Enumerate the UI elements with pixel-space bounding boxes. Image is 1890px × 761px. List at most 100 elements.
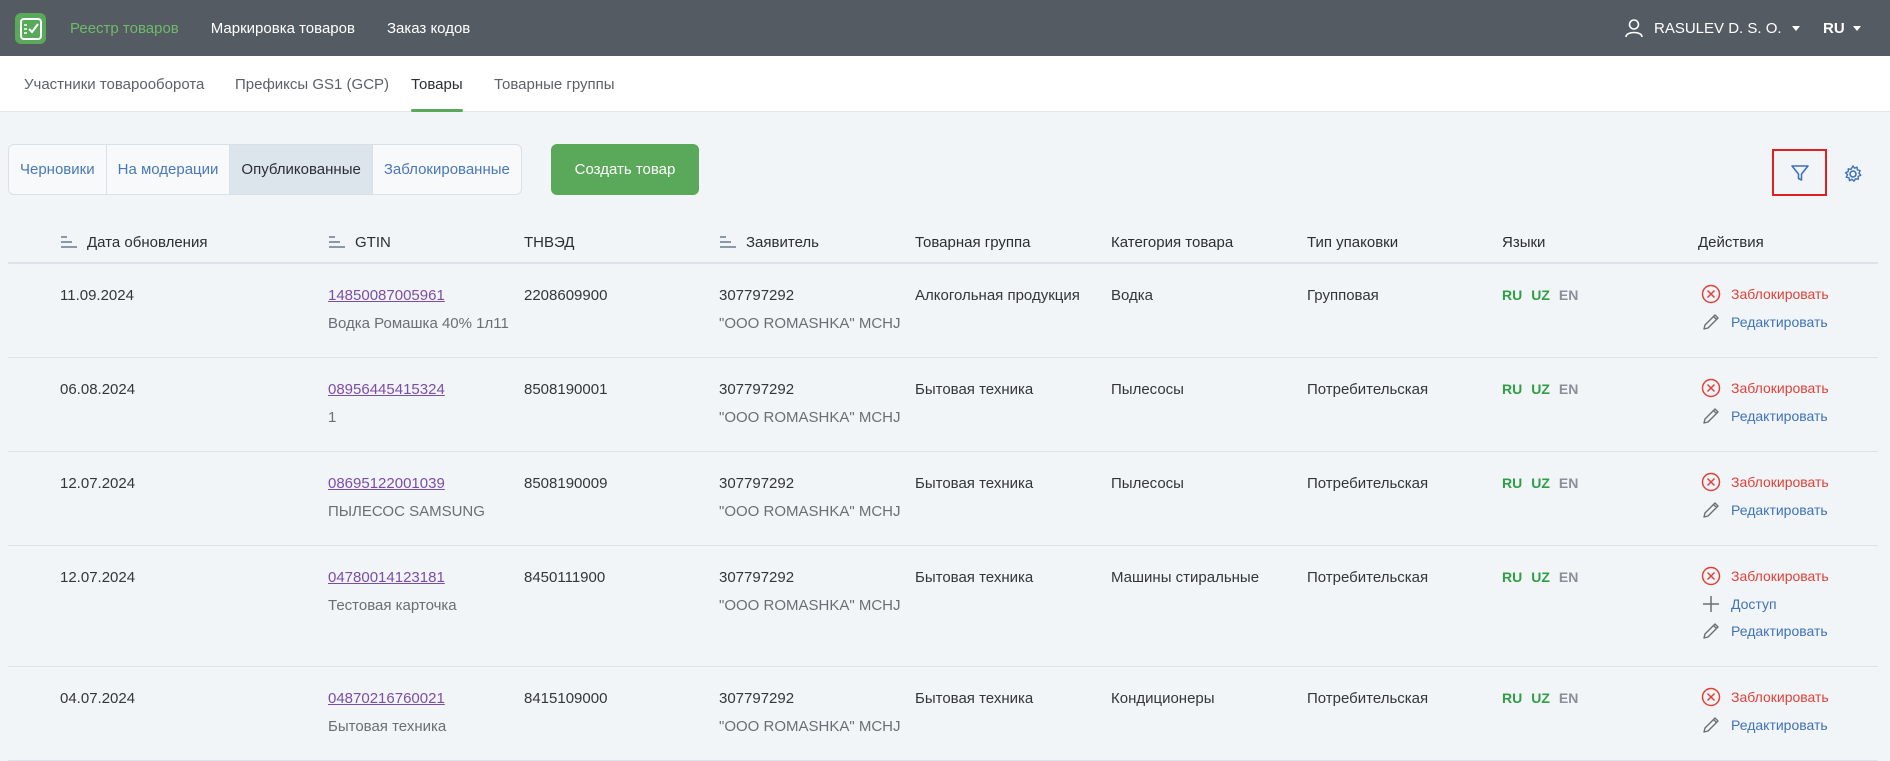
- block-button[interactable]: Заблокировать: [1701, 566, 1829, 586]
- block-label: Заблокировать: [1731, 568, 1829, 584]
- column-label: Действия: [1698, 233, 1764, 251]
- lang-en-badge: EN: [1558, 690, 1579, 706]
- table-row: 04.07.2024 04870216760021 Бытовая техника 8…: [8, 667, 1878, 761]
- gtin-link[interactable]: 14850087005961: [328, 287, 445, 304]
- lang-en-badge: EN: [1558, 381, 1579, 397]
- app-logo-icon[interactable]: [15, 13, 46, 44]
- column-label: Категория товара: [1111, 233, 1234, 251]
- column-label: Языки: [1502, 233, 1546, 251]
- lang-uz-badge: UZ: [1531, 287, 1550, 303]
- edit-button[interactable]: Редактировать: [1701, 406, 1828, 426]
- product-category: Водка: [1111, 287, 1154, 304]
- gtin-link[interactable]: 08695122001039: [328, 475, 445, 492]
- block-button[interactable]: Заблокировать: [1701, 687, 1829, 707]
- pencil-icon: [1703, 717, 1719, 733]
- top-nav: Реестр товаров Маркировка товаров Заказ …: [70, 0, 470, 56]
- block-button[interactable]: Заблокировать: [1701, 378, 1829, 398]
- block-icon: [1701, 687, 1721, 707]
- gtin-link[interactable]: 04870216760021: [328, 690, 445, 707]
- product-category: Кондиционеры: [1111, 690, 1215, 707]
- column-header-languages: Языки: [1502, 222, 1545, 262]
- column-header-gtin[interactable]: GTIN: [328, 222, 391, 262]
- gtin-link[interactable]: 08956445415324: [328, 381, 445, 398]
- tab-product-groups[interactable]: Товарные группы: [494, 56, 615, 112]
- product-category: Машины стиральные: [1111, 569, 1260, 586]
- block-button[interactable]: Заблокировать: [1701, 284, 1829, 304]
- language-selector[interactable]: RU: [1823, 0, 1861, 56]
- product-group: Бытовая техника: [915, 381, 1034, 398]
- topnav-product-registry[interactable]: Реестр товаров: [70, 20, 179, 37]
- edit-button[interactable]: Редактировать: [1701, 500, 1828, 520]
- status-tab-drafts[interactable]: Черновики: [9, 145, 107, 194]
- product-name: Бытовая техника: [328, 718, 447, 735]
- tnved-code: 8508190001: [524, 381, 608, 398]
- pencil-icon: [1703, 408, 1719, 424]
- product-group: Бытовая техника: [915, 690, 1034, 707]
- block-label: Заблокировать: [1731, 689, 1829, 705]
- table-row: 11.09.2024 14850087005961 Водка Ромашка 40…: [8, 264, 1878, 358]
- tab-participants[interactable]: Участники товарооборота: [24, 56, 204, 112]
- plus-icon: [1703, 596, 1719, 612]
- settings-button[interactable]: [1840, 161, 1866, 187]
- block-button[interactable]: Заблокировать: [1701, 472, 1829, 492]
- column-label: Тип упаковки: [1307, 233, 1399, 251]
- filter-button[interactable]: [1772, 149, 1827, 196]
- column-header-applicant[interactable]: Заявитель: [719, 222, 819, 262]
- user-name: RASULEV D. S. O.: [1654, 19, 1782, 37]
- edit-label: Редактировать: [1731, 314, 1828, 330]
- product-name: Тестовая карточка: [328, 597, 457, 614]
- status-tab-blocked[interactable]: Заблокированные: [373, 145, 521, 194]
- column-header-date[interactable]: Дата обновления: [60, 222, 207, 262]
- edit-button[interactable]: Редактировать: [1701, 621, 1828, 641]
- lang-uz-badge: UZ: [1531, 475, 1550, 491]
- status-filter: Черновики На модерации Опубликованные За…: [8, 144, 522, 195]
- lang-en-badge: EN: [1558, 569, 1579, 585]
- edit-label: Редактировать: [1731, 502, 1828, 518]
- topnav-product-marking[interactable]: Маркировка товаров: [211, 20, 355, 37]
- table-row: 06.08.2024 08956445415324 1 8508190001 30779…: [8, 358, 1878, 452]
- edit-button[interactable]: Редактировать: [1701, 715, 1828, 735]
- column-header-category: Категория товара: [1111, 222, 1233, 262]
- column-label: ТНВЭД: [524, 233, 575, 251]
- edit-button[interactable]: Редактировать: [1701, 312, 1828, 332]
- applicant-id: 307797292: [719, 287, 795, 304]
- product-name: Водка Ромашка 40% 1л11: [328, 315, 509, 332]
- access-label: Доступ: [1731, 596, 1777, 612]
- status-tab-published[interactable]: Опубликованные: [230, 145, 373, 194]
- product-name: ПЫЛЕСОС SAMSUNG: [328, 503, 485, 520]
- column-label: Заявитель: [746, 233, 819, 251]
- block-icon: [1701, 284, 1721, 304]
- edit-label: Редактировать: [1731, 408, 1828, 424]
- block-icon: [1701, 472, 1721, 492]
- applicant-name: "OOO ROMASHKA" MCHJ: [719, 597, 901, 614]
- package-type: Потребительская: [1307, 569, 1429, 586]
- sub-nav: Участники товарооборота Префиксы GS1 (GC…: [0, 56, 1890, 112]
- applicant-name: "OOO ROMASHKA" MCHJ: [719, 718, 901, 735]
- table-row: 12.07.2024 04780014123181 Тестовая карточк…: [8, 546, 1878, 667]
- gear-icon: [1844, 165, 1862, 182]
- gtin-link[interactable]: 04780014123181: [328, 569, 445, 586]
- package-type: Потребительская: [1307, 381, 1429, 398]
- package-type: Потребительская: [1307, 475, 1429, 492]
- tnved-code: 2208609900: [524, 287, 608, 304]
- languages: RU UZ EN: [1502, 475, 1578, 491]
- applicant-name: "OOO ROMASHKA" MCHJ: [719, 409, 901, 426]
- updated-date: 11.09.2024: [60, 287, 134, 304]
- package-type: Групповая: [1307, 287, 1379, 304]
- status-tab-moderation[interactable]: На модерации: [107, 145, 231, 194]
- chevron-down-icon: [1852, 25, 1861, 31]
- pencil-icon: [1703, 314, 1719, 330]
- lang-ru-badge: RU: [1502, 690, 1523, 706]
- language-label: RU: [1823, 19, 1845, 37]
- lang-uz-badge: UZ: [1531, 381, 1550, 397]
- column-header-actions: Действия: [1698, 222, 1764, 262]
- create-product-button[interactable]: Создать товар: [551, 144, 699, 195]
- lang-ru-badge: RU: [1502, 569, 1523, 585]
- tab-gs1-prefixes[interactable]: Префиксы GS1 (GCP): [235, 56, 389, 112]
- column-label: GTIN: [355, 233, 391, 251]
- tab-products[interactable]: Товары: [411, 56, 463, 112]
- tnved-code: 8508190009: [524, 475, 608, 492]
- topnav-code-order[interactable]: Заказ кодов: [387, 20, 470, 37]
- user-menu[interactable]: RASULEV D. S. O.: [1624, 0, 1800, 56]
- access-button[interactable]: Доступ: [1701, 594, 1777, 614]
